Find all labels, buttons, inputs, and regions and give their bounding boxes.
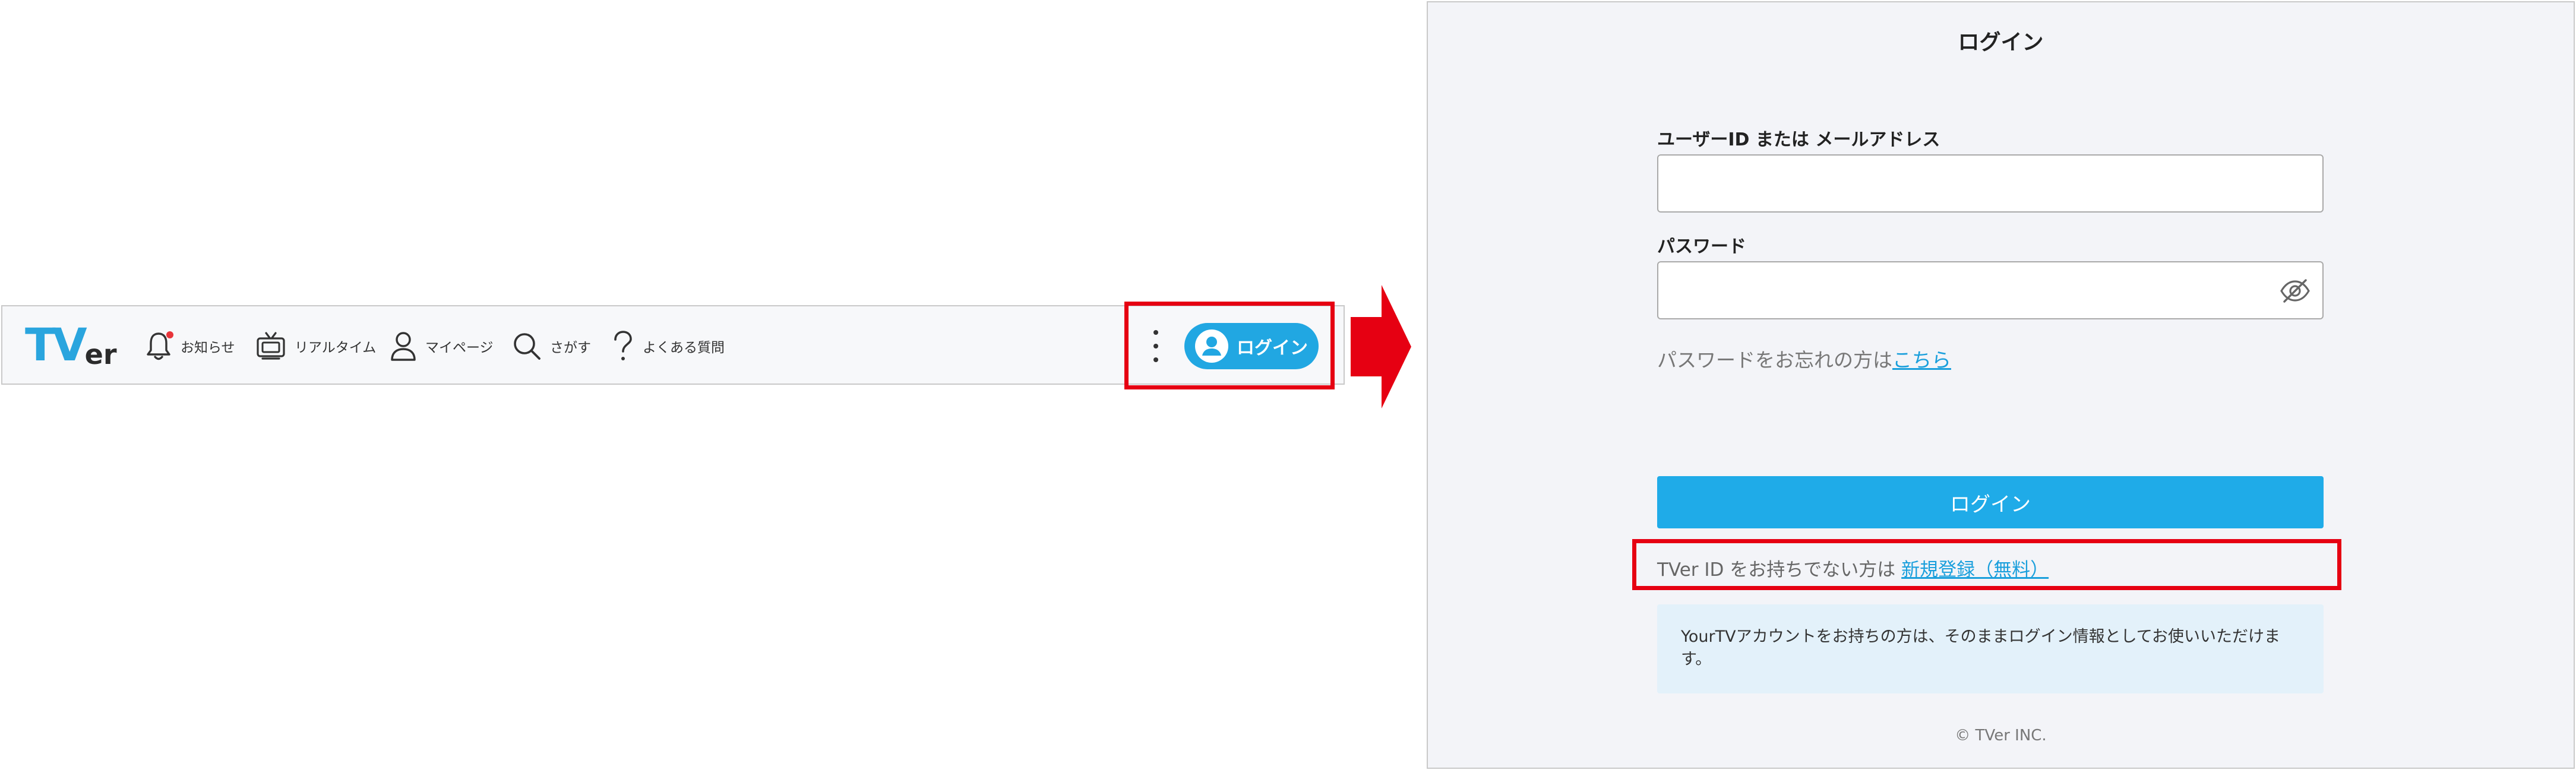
- eye-off-icon[interactable]: [2280, 278, 2311, 304]
- logo-er-text: er: [84, 338, 117, 370]
- forgot-password-text: パスワードをお忘れの方は: [1657, 348, 1892, 372]
- nav-item-mypage[interactable]: マイページ: [390, 306, 494, 386]
- forgot-password-link[interactable]: こちら: [1892, 348, 1951, 372]
- user-icon: [391, 332, 416, 361]
- copyright: © TVer INC.: [1955, 727, 2047, 744]
- nav-label-mypage: マイページ: [425, 340, 494, 356]
- forgot-password-row: パスワードをお忘れの方はこちら: [1657, 344, 1951, 373]
- logo-tv-text: TV: [25, 318, 87, 371]
- userid-label: ユーザーID または メールアドレス: [1657, 129, 1940, 150]
- nav-label-realtime: リアルタイム: [295, 340, 377, 356]
- arrow-right-icon: [1351, 285, 1411, 408]
- login-submit-button[interactable]: ログイン: [1657, 476, 2324, 528]
- nav-item-faq[interactable]: よくある質問: [612, 306, 725, 386]
- nav-item-notifications[interactable]: お知らせ: [145, 306, 235, 386]
- nav-label-notifications: お知らせ: [181, 340, 235, 356]
- nav-label-faq: よくある質問: [643, 340, 725, 356]
- tver-logo[interactable]: TV er: [25, 318, 117, 371]
- search-icon: [514, 333, 541, 360]
- userid-input[interactable]: [1657, 154, 2324, 213]
- highlight-box-login: [1124, 302, 1335, 389]
- password-label: パスワード: [1657, 236, 1746, 257]
- notification-dot: [166, 331, 173, 338]
- notice-box: YourTVアカウントをお持ちの方は、そのままログイン情報としてお使いいただけま…: [1657, 604, 2324, 693]
- nav-item-search[interactable]: さがす: [512, 306, 591, 386]
- highlight-box-register: [1632, 539, 2341, 590]
- login-panel: ログイン ユーザーID または メールアドレス パスワード パスワードをお忘れの…: [1427, 1, 2575, 769]
- password-input[interactable]: [1657, 261, 2324, 319]
- nav-label-search: さがす: [550, 340, 591, 356]
- question-icon: [614, 331, 632, 360]
- nav-item-realtime[interactable]: リアルタイム: [255, 306, 376, 386]
- page-title: ログイン: [1958, 30, 2044, 55]
- tv-icon: [257, 332, 285, 360]
- bell-icon: [145, 330, 173, 362]
